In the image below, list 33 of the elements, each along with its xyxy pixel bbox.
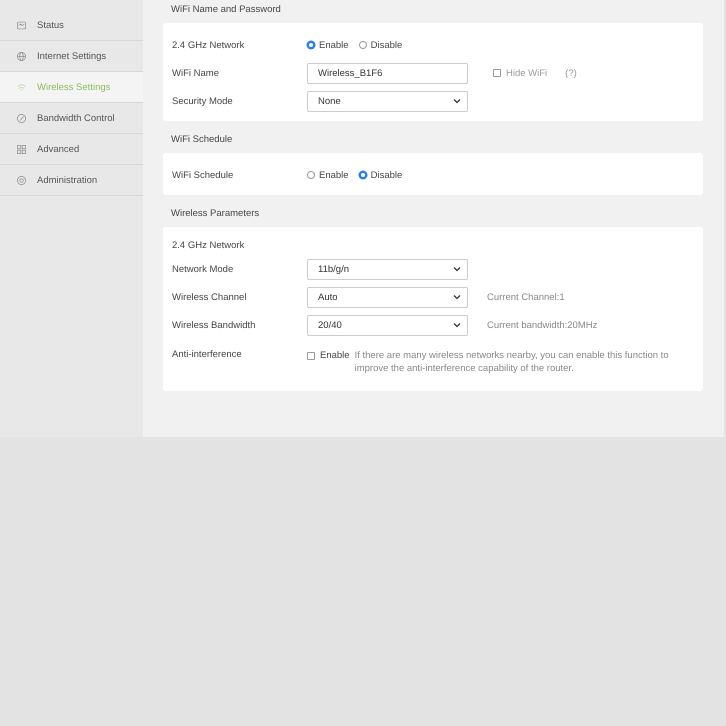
field-label: Anti-interference [172,349,243,360]
radio-option[interactable]: Disable [358,40,402,50]
caret-icon [453,98,461,104]
dropdown[interactable]: None [307,90,468,112]
caret-icon [453,294,461,300]
field-label: Wireless Bandwidth [172,320,256,330]
field-label: 2.4 GHz Network [172,40,246,50]
caret-icon [453,322,461,328]
field-label: WiFi Schedule [172,170,234,180]
status-note: Current Channel:1 [487,292,565,302]
section-title: Wireless Parameters [170,208,260,221]
field-label: Security Mode [172,96,234,106]
radio-option[interactable]: Enable [307,170,349,180]
section-title: WiFi Schedule [170,134,234,147]
field-label: WiFi Name [172,68,220,78]
caret-icon [453,266,461,272]
input-field[interactable]: Wireless_B1F6 [307,62,468,84]
field-label: Wireless Channel [172,292,248,302]
dropdown[interactable]: Auto [307,286,468,308]
radio-option[interactable]: Enable [307,40,349,50]
section-title: WiFi Name and Password [170,4,282,17]
description: If there are many wireless networks nearby, you can enable this function to improve the anti-interference capability of the router. [354,349,670,375]
status-icon [16,20,27,30]
dropdown[interactable]: 11b/g/n [307,258,468,280]
radio-option[interactable]: Disable [358,170,402,180]
grid-icon [16,144,27,154]
dropdown[interactable]: 20/40 [307,314,468,336]
globe-icon [16,50,27,62]
status-note: Current bandwidth:20MHz [487,320,598,330]
subsection-heading: 2.4 GHz Network [172,240,246,250]
wifi-icon [16,82,27,92]
enable-checkbox[interactable]: Enable [307,349,350,362]
field-label: Network Mode [172,264,234,274]
